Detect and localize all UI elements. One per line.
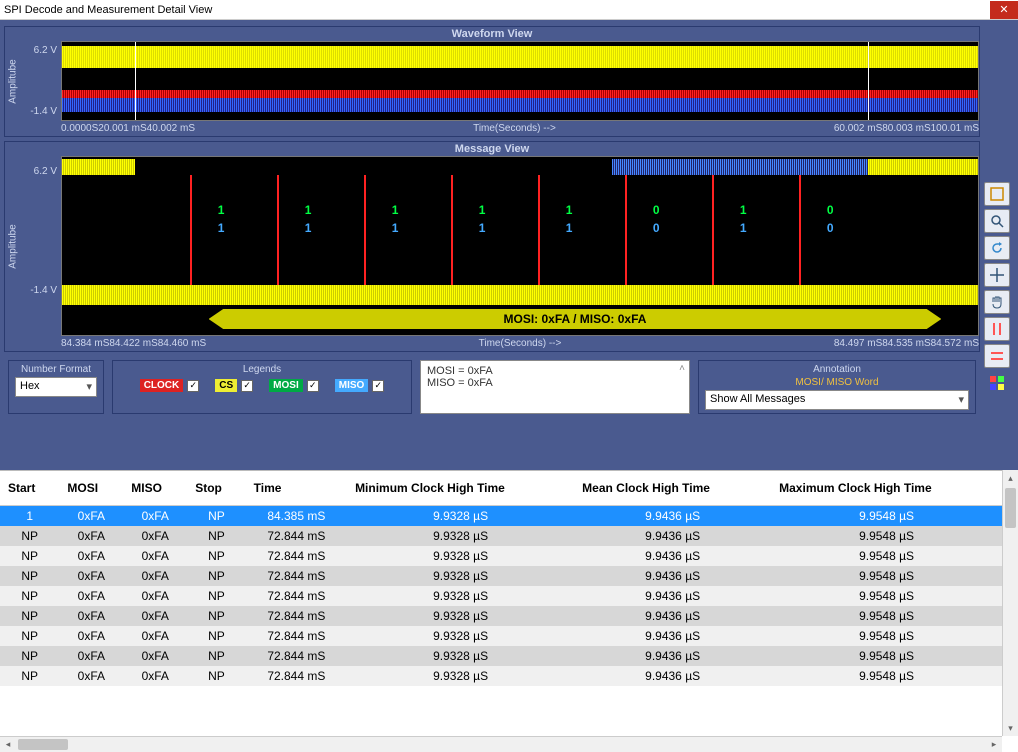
message-panel: Message View Amplitube 6.2 V-1.4 V MOSI:…: [4, 141, 980, 352]
fit-icon[interactable]: [984, 182, 1010, 206]
col-header[interactable]: MOSI: [59, 471, 123, 506]
main-area: Waveform View Amplitube 6.2 V-1.4 V 0.00…: [0, 20, 1018, 470]
col-header[interactable]: Time: [246, 471, 347, 506]
color-palette-icon[interactable]: [984, 371, 1010, 395]
data-table-wrap: StartMOSIMISOStopTimeMinimum Clock High …: [0, 470, 1002, 736]
controls-row: Number Format Hex Legends CLOCK✓ CS✓ MOS…: [4, 356, 980, 418]
col-header[interactable]: Mean Clock High Time: [574, 471, 771, 506]
show-messages-combo[interactable]: Show All Messages: [705, 390, 969, 410]
col-header[interactable]: Minimum Clock High Time: [347, 471, 574, 506]
table-row[interactable]: NP0xFA0xFANP72.844 mS9.9328 µS9.9436 µS9…: [0, 626, 1002, 646]
waveform-panel: Waveform View Amplitube 6.2 V-1.4 V 0.00…: [4, 26, 980, 137]
decode-text-box: MOSI = 0xFA MISO = 0xFA ˄: [420, 360, 690, 414]
title-bar: SPI Decode and Measurement Detail View ✕: [0, 0, 1018, 20]
waveform-ylabel: Amplitube: [5, 41, 21, 121]
zoom-icon[interactable]: [984, 209, 1010, 233]
waveform-title: Waveform View: [5, 27, 979, 41]
undo-icon[interactable]: [984, 236, 1010, 260]
message-yaxis: 6.2 V-1.4 V: [21, 156, 61, 336]
table-row[interactable]: NP0xFA0xFANP72.844 mS9.9328 µS9.9436 µS9…: [0, 606, 1002, 626]
table-row[interactable]: NP0xFA0xFANP72.844 mS9.9328 µS9.9436 µS9…: [0, 666, 1002, 686]
table-row[interactable]: NP0xFA0xFANP72.844 mS9.9328 µS9.9436 µS9…: [0, 646, 1002, 666]
table-row[interactable]: NP0xFA0xFANP72.844 mS9.9328 µS9.9436 µS9…: [0, 566, 1002, 586]
charts-column: Waveform View Amplitube 6.2 V-1.4 V 0.00…: [4, 26, 980, 466]
annotation-word: MOSI/ MISO Word: [705, 377, 969, 388]
scroll-up-icon[interactable]: ˄: [679, 363, 685, 374]
annotation-box: Annotation MOSI/ MISO Word Show All Mess…: [698, 360, 976, 414]
legend-mosi[interactable]: MOSI✓: [269, 379, 319, 392]
waveform-plot[interactable]: [61, 41, 979, 121]
number-format-box: Number Format Hex: [8, 360, 104, 414]
table-row[interactable]: NP0xFA0xFANP72.844 mS9.9328 µS9.9436 µS9…: [0, 586, 1002, 606]
message-xaxis: 84.384 mS 84.422 mS 84.460 mS Time(Secon…: [5, 336, 979, 351]
col-header[interactable]: Stop: [187, 471, 245, 506]
pan-hand-icon[interactable]: [984, 290, 1010, 314]
cursor-horizontal-icon[interactable]: [984, 344, 1010, 368]
horizontal-scrollbar[interactable]: ◂ ▸: [0, 736, 1002, 752]
vertical-scrollbar[interactable]: ▴ ▾: [1002, 470, 1018, 736]
table-row[interactable]: NP0xFA0xFANP72.844 mS9.9328 µS9.9436 µS9…: [0, 526, 1002, 546]
move-icon[interactable]: [984, 263, 1010, 287]
cursor-vertical-icon[interactable]: [984, 317, 1010, 341]
decode-tag: MOSI: 0xFA / MISO: 0xFA: [209, 309, 942, 329]
message-ylabel: Amplitube: [5, 156, 21, 336]
legend-miso[interactable]: MISO✓: [335, 379, 385, 392]
table-row[interactable]: 10xFA0xFANP84.385 mS9.9328 µS9.9436 µS9.…: [0, 506, 1002, 527]
window-title: SPI Decode and Measurement Detail View: [4, 4, 212, 16]
legend-cs[interactable]: CS✓: [215, 379, 253, 392]
waveform-xaxis: 0.0000S 20.001 mS 40.002 mS Time(Seconds…: [5, 121, 979, 136]
data-table[interactable]: StartMOSIMISOStopTimeMinimum Clock High …: [0, 471, 1002, 686]
col-header[interactable]: Start: [0, 471, 59, 506]
col-header[interactable]: Maximum Clock High Time: [771, 471, 1002, 506]
message-title: Message View: [5, 142, 979, 156]
legend-clock[interactable]: CLOCK✓: [140, 379, 200, 392]
number-format-combo[interactable]: Hex: [15, 377, 97, 397]
table-row[interactable]: NP0xFA0xFANP72.844 mS9.9328 µS9.9436 µS9…: [0, 546, 1002, 566]
close-button[interactable]: ✕: [990, 1, 1018, 19]
legends-box: Legends CLOCK✓ CS✓ MOSI✓ MISO✓: [112, 360, 412, 414]
tool-column: [984, 26, 1014, 466]
waveform-yaxis: 6.2 V-1.4 V: [21, 41, 61, 121]
message-plot[interactable]: MOSI: 0xFA / MISO: 0xFA 1111111111001100: [61, 156, 979, 336]
col-header[interactable]: MISO: [123, 471, 187, 506]
